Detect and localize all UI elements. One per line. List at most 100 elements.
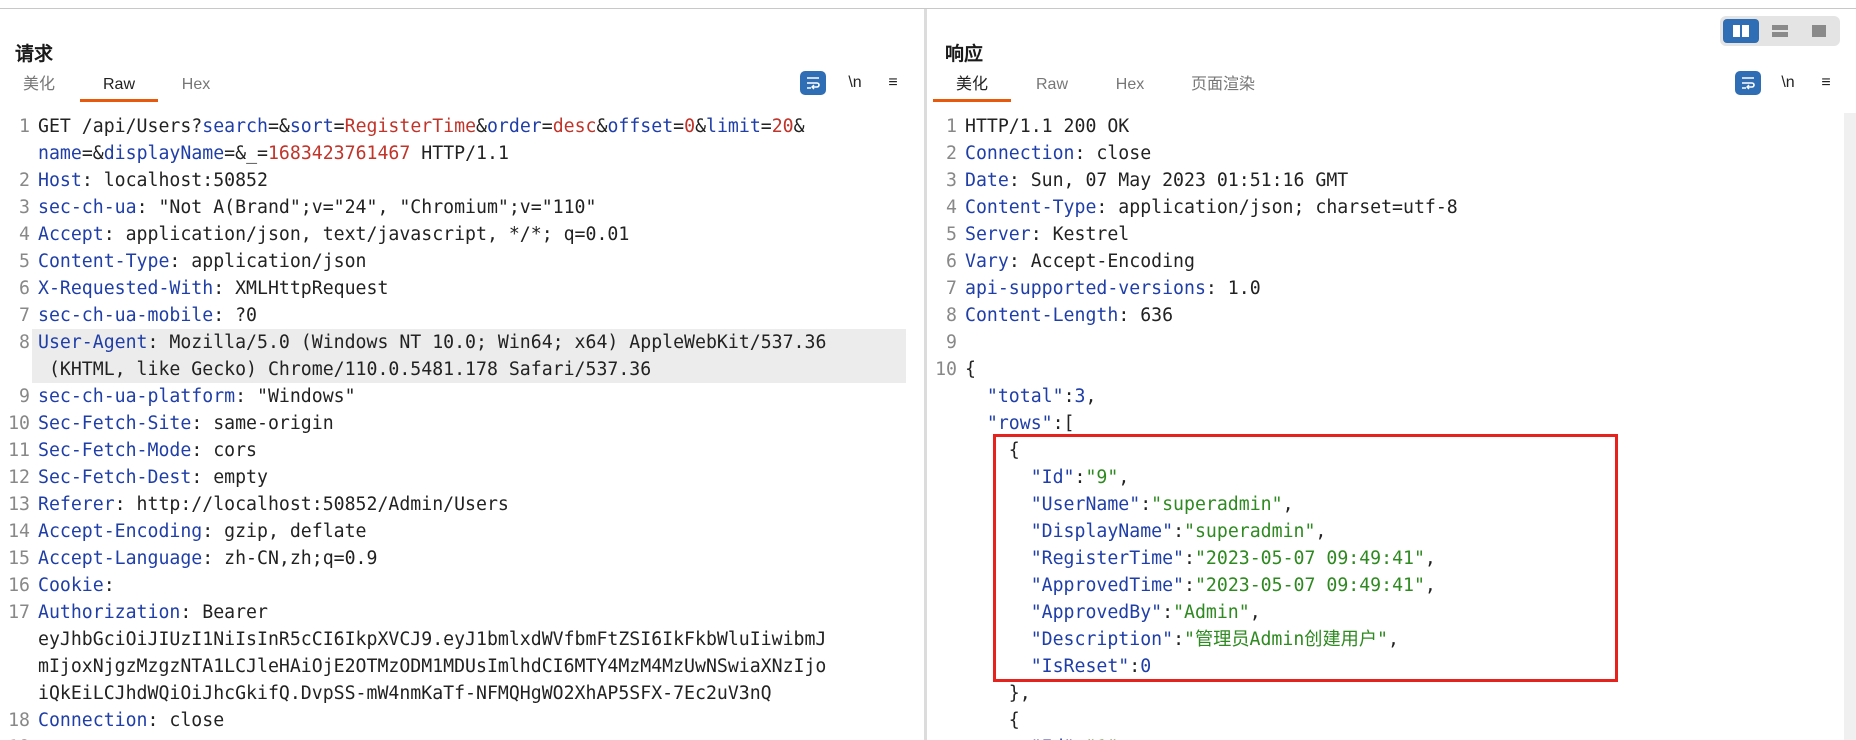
token: "rows": [986, 413, 1053, 434]
line-number: 19: [0, 734, 30, 740]
token: : application/json; charset=utf-8: [1096, 197, 1458, 218]
code-line: {: [927, 707, 1856, 734]
response-tab-pretty[interactable]: 美化: [933, 71, 1011, 102]
line-number: 1: [946, 116, 957, 137]
code-line: 6 X-Requested-With: XMLHttpRequest: [0, 275, 924, 302]
token: api-supported-versions: [965, 278, 1206, 299]
line-text: "rows":[: [965, 410, 1075, 437]
code-line: "rows":[: [927, 410, 1856, 437]
token: 20: [771, 116, 794, 137]
line-number: 10: [935, 359, 957, 380]
line-number: 9: [946, 332, 957, 353]
token: name: [38, 143, 82, 164]
code-line: 3 sec-ch-ua: "Not A(Brand";v="24", "Chrom…: [0, 194, 924, 221]
line-text: Host: localhost:50852: [38, 167, 268, 194]
token: Host: [38, 170, 82, 191]
line-number: 3: [19, 197, 30, 218]
token: :[: [1052, 413, 1075, 434]
token: :: [103, 575, 115, 596]
response-tab-hex[interactable]: Hex: [1109, 71, 1151, 99]
token: : Bearer: [180, 602, 268, 623]
line-number: 18: [8, 710, 30, 731]
line-number: 4: [946, 197, 957, 218]
code-line: name=&displayName=&_=1683423761467 HTTP/…: [0, 140, 924, 167]
response-tab-raw[interactable]: Raw: [1031, 71, 1073, 99]
wrap-icon[interactable]: [1735, 71, 1761, 95]
token: : 1.0: [1205, 278, 1261, 299]
line-number: 4: [19, 224, 30, 245]
token: Connection: [965, 143, 1075, 164]
token: sec-ch-ua: [38, 197, 137, 218]
line-text: mIjoxNjgzMzgzNTA1LCJleHAiOjE2OTMzODM1MDU…: [38, 653, 826, 680]
line-text: Authorization: Bearer: [38, 599, 268, 626]
token: &: [695, 116, 707, 137]
line-text: "Id":"1",: [965, 734, 1130, 740]
code-line: 7 sec-ch-ua-mobile: ?0: [0, 302, 924, 329]
token: search: [202, 116, 268, 137]
line-text: sec-ch-ua-mobile: ?0: [38, 302, 257, 329]
token: Accept: [38, 224, 104, 245]
request-editor[interactable]: 1 GET /api/Users?search=&sort=RegisterTim…: [0, 113, 924, 740]
line-number: 13: [8, 494, 30, 515]
token: :: [1063, 386, 1075, 407]
line-number: 8: [19, 332, 30, 353]
code-line: 11 Sec-Fetch-Mode: cors: [0, 437, 924, 464]
menu-icon[interactable]: ≡: [1813, 71, 1839, 95]
request-tab-raw[interactable]: Raw: [80, 71, 158, 102]
code-line: 2 Connection: close: [927, 140, 1856, 167]
code-line: mIjoxNjgzMzgzNTA1LCJleHAiOjE2OTMzODM1MDU…: [0, 653, 924, 680]
line-text: eyJhbGciOiJIUzI1NiIsInR5cCI6IkpXVCJ9.eyJ…: [38, 626, 826, 653]
code-line: 8 User-Agent: Mozilla/5.0 (Windows NT 10.…: [0, 329, 924, 356]
token: Accept-Language: [38, 548, 203, 569]
menu-icon[interactable]: ≡: [880, 71, 906, 95]
token: sort: [289, 116, 334, 137]
code-line: (KHTML, like Gecko) Chrome/110.0.5481.17…: [0, 356, 924, 383]
token: =&: [81, 143, 104, 164]
wrap-icon[interactable]: [800, 71, 826, 95]
token: offset: [607, 116, 674, 137]
response-toolbar: \n ≡: [1735, 71, 1845, 95]
request-toolbar: \n ≡: [800, 71, 910, 95]
line-number: 7: [946, 278, 957, 299]
line-text: User-Agent: Mozilla/5.0 (Windows NT 10.0…: [38, 329, 826, 356]
token: sec-ch-ua-platform: [38, 386, 236, 407]
line-text: },: [965, 680, 1031, 707]
token: Connection: [38, 710, 148, 731]
token: limit: [706, 116, 761, 137]
token: : application/json: [169, 251, 367, 272]
token: {: [965, 710, 1020, 731]
line-number: 9: [19, 386, 30, 407]
line-text: Date: Sun, 07 May 2023 01:51:16 GMT: [965, 167, 1348, 194]
line-text: {: [965, 356, 976, 383]
token: Authorization: [38, 602, 181, 623]
response-tab-render[interactable]: 页面渲染: [1185, 71, 1261, 99]
line-text: Connection: close: [965, 140, 1151, 167]
line-text: Accept-Encoding: gzip, deflate: [38, 518, 367, 545]
token: : http://localhost:50852/Admin/Users: [114, 494, 509, 515]
token: sec-ch-ua-mobile: [38, 305, 214, 326]
response-scrollbar[interactable]: [1844, 113, 1856, 740]
newline-toggle[interactable]: \n: [1775, 71, 1801, 95]
line-number: 14: [8, 521, 30, 542]
code-line: "Id":"1",: [927, 734, 1856, 740]
newline-toggle[interactable]: \n: [842, 71, 868, 95]
token: : gzip, deflate: [202, 521, 367, 542]
line-text: name=&displayName=&_=1683423761467 HTTP/…: [38, 140, 509, 167]
code-line: 19: [0, 734, 924, 740]
token: HTTP/1.1 200 OK: [965, 116, 1130, 137]
line-text: Server: Kestrel: [965, 221, 1129, 248]
request-tab-hex[interactable]: Hex: [175, 71, 217, 99]
line-text: api-supported-versions: 1.0: [965, 275, 1261, 302]
line-text: GET /api/Users?search=&sort=RegisterTime…: [38, 113, 805, 140]
token: iQkEiLCJhdWQiOiJhcGkifQ.DvpSS-mW4nmKaTf-…: [38, 683, 772, 704]
token: desc: [552, 116, 597, 137]
token: =: [760, 116, 772, 137]
token: : 636: [1118, 305, 1174, 326]
code-line: 6 Vary: Accept-Encoding: [927, 248, 1856, 275]
token: User-Agent: [38, 332, 148, 353]
token: Content-Type: [38, 251, 170, 272]
request-tab-pretty[interactable]: 美化: [18, 71, 60, 99]
token: 3: [1074, 386, 1086, 407]
code-line: 16 Cookie:: [0, 572, 924, 599]
